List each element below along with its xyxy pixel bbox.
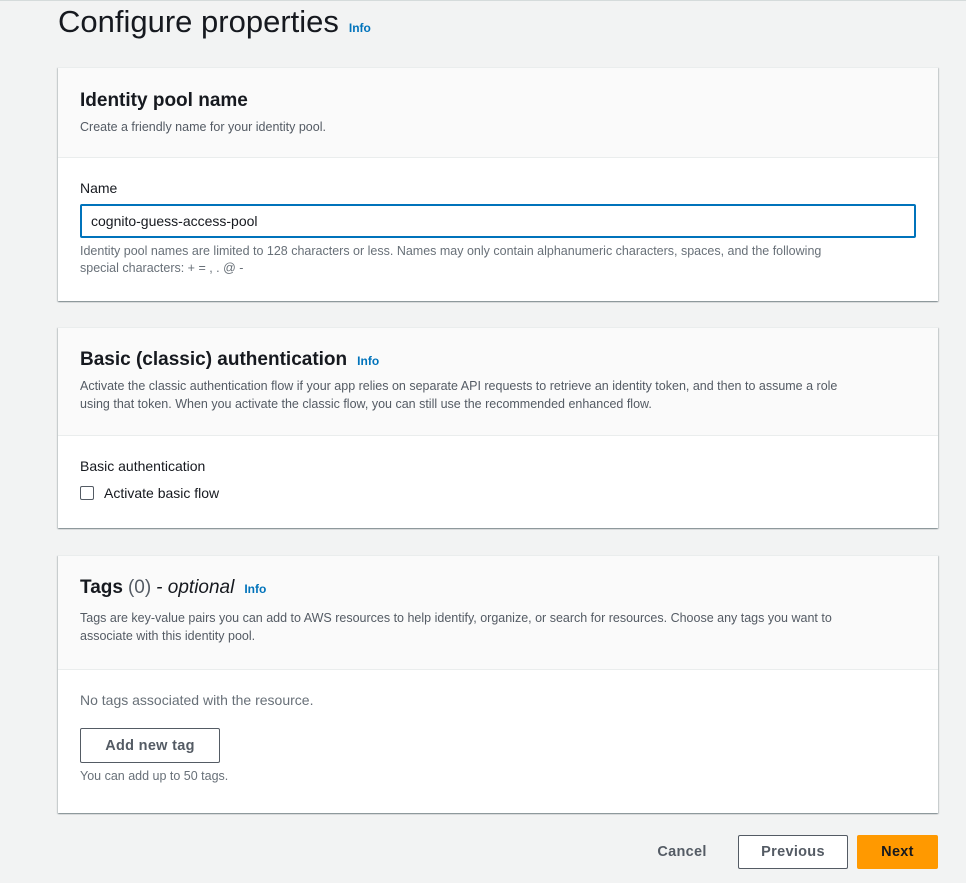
tags-limit-hint: You can add up to 50 tags. (80, 769, 229, 783)
activate-basic-flow-checkbox[interactable] (80, 486, 94, 500)
basic-auth-body: Basic authentication Activate basic flow (58, 458, 938, 501)
basic-auth-description: Activate the classic authentication flow… (80, 377, 916, 413)
basic-auth-title-text: Basic (classic) authentication (80, 349, 348, 370)
name-constraint-line2: special characters: + = , . @ - (80, 261, 244, 275)
add-new-tag-button[interactable]: Add new tag (80, 728, 220, 763)
page-title: Configure properties (58, 4, 339, 39)
identity-pool-name-header: Identity pool name Create a friendly nam… (58, 68, 938, 158)
identity-pool-name-title: Identity pool name (80, 90, 916, 112)
tags-description: Tags are key-value pairs you can add to … (80, 609, 916, 645)
tags-body: No tags associated with the resource. Ad… (58, 692, 938, 783)
tags-optional-label: - optional (156, 577, 235, 598)
tags-header: Tags (0) - optional Info Tags are key-va… (58, 556, 938, 670)
basic-auth-description-line2: using that token. When you activate the … (80, 397, 652, 411)
basic-auth-container: Basic (classic) authentication Info Acti… (58, 327, 938, 528)
name-constraint-text: Identity pool names are limited to 128 c… (80, 243, 916, 277)
page-info-link[interactable]: Info (349, 21, 371, 35)
tags-title-text: Tags (80, 577, 123, 598)
previous-button[interactable]: Previous (738, 835, 848, 869)
top-divider (0, 0, 966, 1)
name-constraint-line1: Identity pool names are limited to 128 c… (80, 244, 822, 258)
tags-container: Tags (0) - optional Info Tags are key-va… (58, 555, 938, 813)
basic-auth-field-label: Basic authentication (80, 458, 206, 474)
basic-auth-title: Basic (classic) authentication Info (80, 349, 916, 371)
identity-pool-name-container: Identity pool name Create a friendly nam… (58, 67, 938, 301)
basic-auth-description-line1: Activate the classic authentication flow… (80, 379, 838, 393)
identity-pool-name-input[interactable] (80, 204, 916, 238)
basic-auth-header: Basic (classic) authentication Info Acti… (58, 328, 938, 436)
identity-pool-name-body: Name Identity pool names are limited to … (58, 180, 938, 277)
activate-basic-flow-row[interactable]: Activate basic flow (80, 485, 916, 501)
tags-count: (0) (127, 577, 152, 598)
next-button[interactable]: Next (857, 835, 938, 869)
tags-description-line1: Tags are key-value pairs you can add to … (80, 611, 832, 625)
identity-pool-name-description: Create a friendly name for your identity… (80, 120, 326, 134)
page-header: Configure properties Info (58, 4, 371, 40)
activate-basic-flow-label[interactable]: Activate basic flow (104, 485, 219, 501)
tags-info-link[interactable]: Info (244, 582, 266, 596)
cancel-button[interactable]: Cancel (642, 835, 722, 869)
identity-pool-name-title-text: Identity pool name (80, 90, 248, 111)
tags-description-line2: associate with this identity pool. (80, 629, 256, 643)
no-tags-text: No tags associated with the resource. (80, 692, 314, 708)
basic-auth-info-link[interactable]: Info (357, 354, 379, 368)
name-label: Name (80, 180, 118, 196)
tags-title: Tags (0) - optional Info (80, 577, 916, 599)
